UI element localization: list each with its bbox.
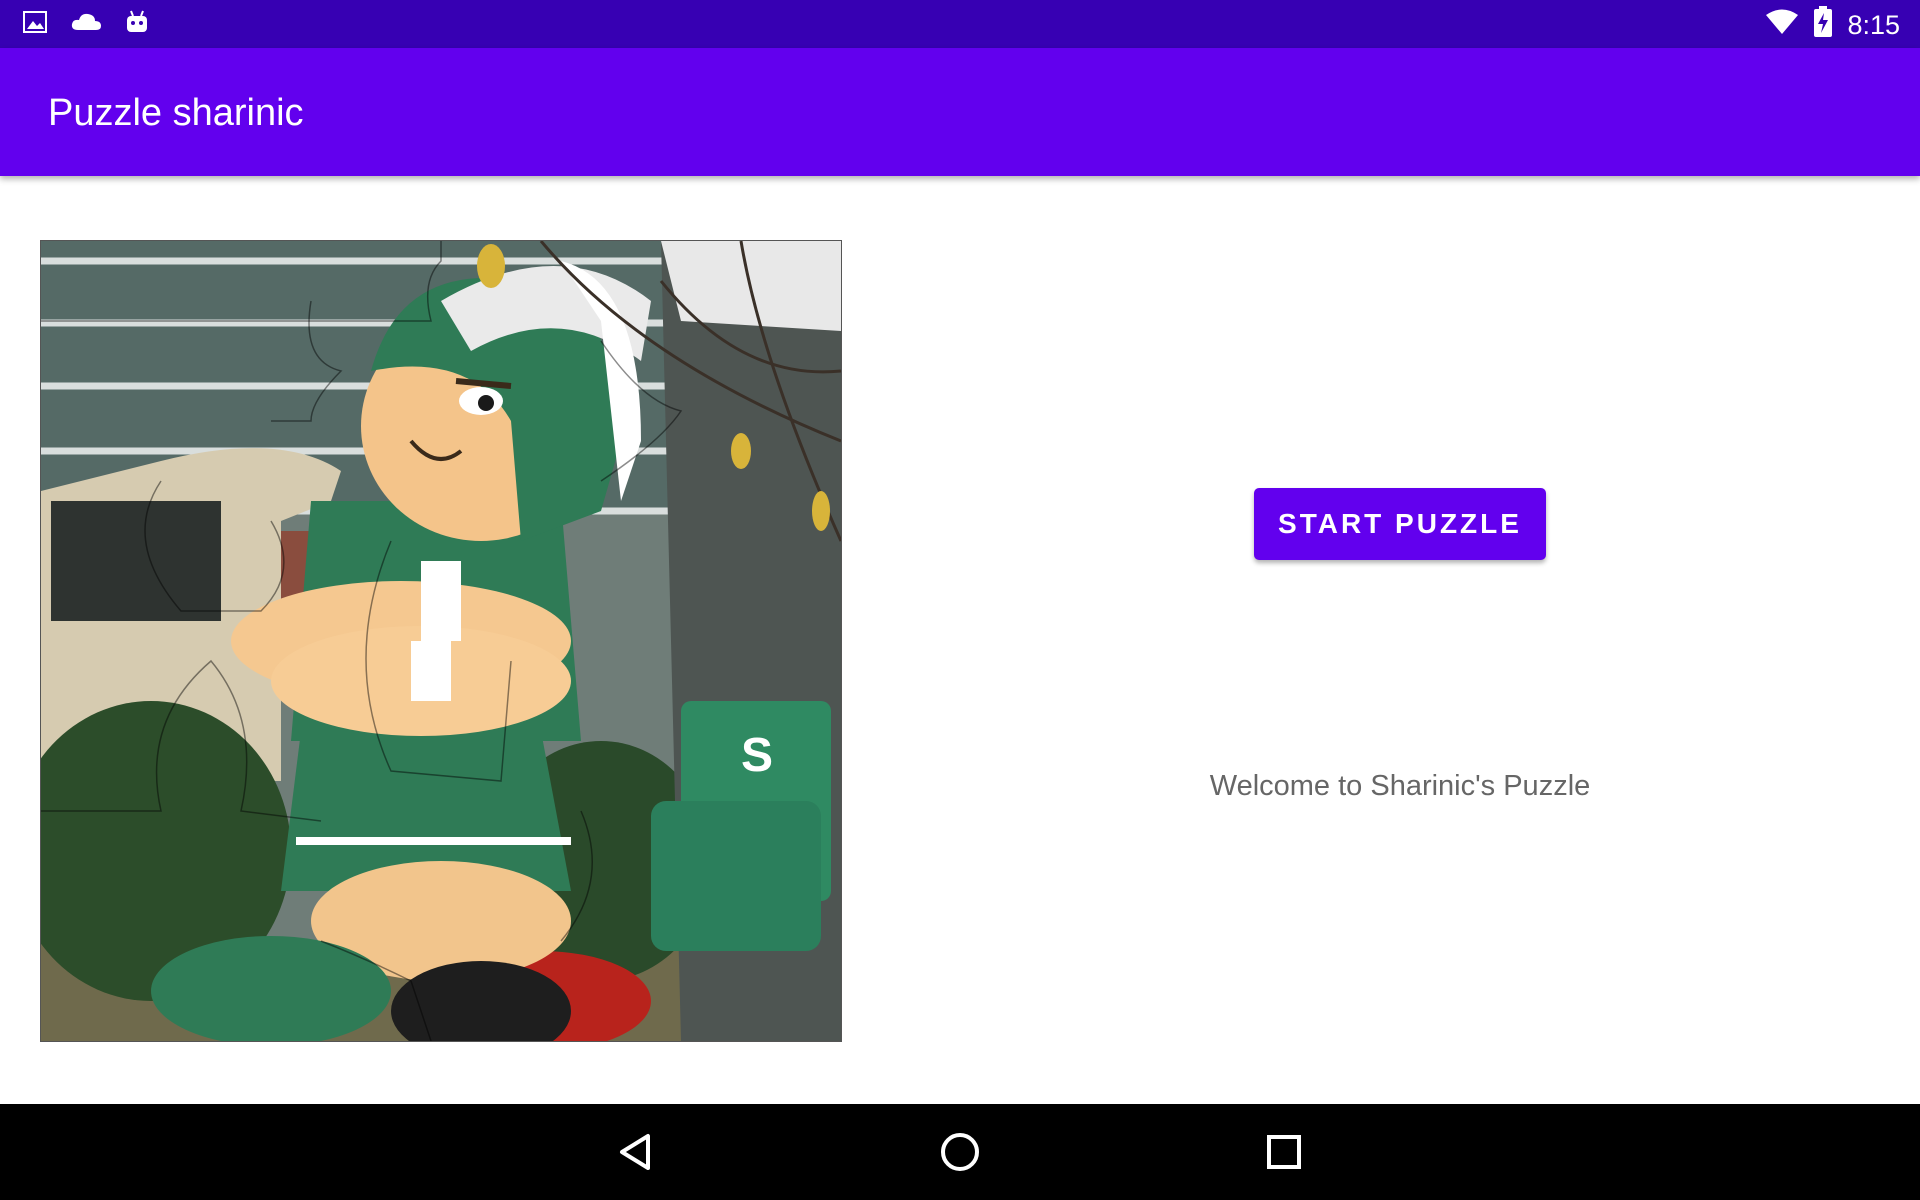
clock: 8:15: [1847, 10, 1900, 40]
app-title: Puzzle sharinic: [48, 92, 304, 134]
recents-icon[interactable]: [1260, 1128, 1308, 1176]
status-notification-icons: [22, 8, 150, 41]
status-system-icons: 8:15: [1765, 6, 1900, 45]
home-icon[interactable]: [936, 1128, 984, 1176]
status-bar: 8:15: [0, 0, 1920, 48]
navigation-bar: [0, 1104, 1920, 1200]
back-icon[interactable]: [612, 1128, 660, 1176]
wifi-icon: [1765, 8, 1799, 43]
image-icon: [22, 9, 48, 40]
welcome-text: Welcome to Sharinic's Puzzle: [1209, 770, 1591, 802]
puzzle-image[interactable]: S: [40, 240, 842, 1042]
svg-text:S: S: [741, 729, 773, 782]
android-icon: [124, 8, 150, 41]
app-bar: Puzzle sharinic: [0, 48, 1920, 176]
cloud-icon: [70, 9, 102, 40]
start-puzzle-button[interactable]: START PUZZLE: [1254, 488, 1546, 560]
battery-charging-icon: [1813, 6, 1833, 45]
